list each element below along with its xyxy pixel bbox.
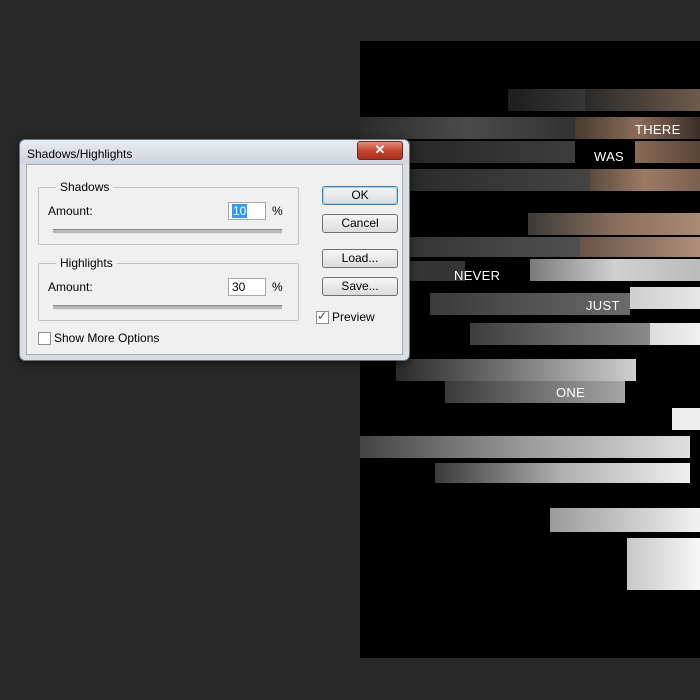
poster-word-just: JUST: [586, 298, 620, 313]
highlights-amount-label: Amount:: [48, 280, 93, 294]
shadows-amount-value: 10: [232, 204, 248, 218]
image-strip: [360, 436, 690, 458]
poster-word-never: NEVER: [454, 268, 501, 283]
shadows-group: Shadows Amount: 10 %: [38, 180, 299, 245]
highlights-amount-value: 30: [232, 280, 246, 294]
image-strip: [650, 323, 700, 345]
image-strip: [528, 213, 700, 235]
image-strip: [530, 259, 700, 281]
show-more-options-checkbox[interactable]: [38, 332, 51, 345]
highlights-amount-input[interactable]: 30: [228, 278, 266, 296]
image-strip: [550, 508, 700, 532]
dialog-body: Shadows Amount: 10 % Highlights Amount: …: [26, 164, 403, 355]
highlights-amount-unit: %: [272, 280, 283, 294]
highlights-group-title: Highlights: [56, 256, 117, 270]
image-strip: [672, 408, 700, 430]
image-strip: [400, 141, 575, 163]
highlights-amount-slider[interactable]: [53, 300, 282, 312]
shadows-amount-slider[interactable]: [53, 224, 282, 236]
shadows-group-title: Shadows: [56, 180, 114, 194]
image-strip: [470, 323, 650, 345]
checkmark-icon: ✓: [317, 309, 328, 323]
load-button[interactable]: Load...: [322, 249, 398, 268]
poster-word-was: WAS: [594, 149, 625, 164]
image-strip: [410, 169, 590, 191]
image-strip: [585, 89, 700, 111]
ok-button[interactable]: OK: [322, 186, 398, 205]
dialog-title: Shadows/Highlights: [27, 147, 133, 161]
save-button[interactable]: Save...: [322, 277, 398, 296]
preview-label[interactable]: Preview: [332, 310, 375, 324]
shadows-amount-label: Amount:: [48, 204, 93, 218]
image-strip: [360, 117, 575, 139]
dialog-titlebar[interactable]: Shadows/Highlights ✕: [20, 140, 409, 164]
image-strip: [396, 359, 636, 381]
image-canvas[interactable]: THERE WAS NEVER JUST ONE: [360, 41, 700, 658]
shadows-highlights-dialog: Shadows/Highlights ✕ Shadows Amount: 10 …: [19, 139, 410, 361]
poster-word-one: ONE: [556, 385, 586, 400]
image-strip: [590, 169, 700, 191]
image-strip: [445, 381, 625, 403]
shadows-amount-input[interactable]: 10: [228, 202, 266, 220]
image-strip: [635, 141, 700, 163]
close-icon: ✕: [374, 142, 386, 157]
image-strip: [580, 237, 700, 257]
close-button[interactable]: ✕: [357, 141, 403, 160]
shadows-amount-unit: %: [272, 204, 283, 218]
show-more-options-label[interactable]: Show More Options: [54, 331, 159, 345]
image-strip: [627, 538, 700, 590]
poster-word-there: THERE: [635, 122, 681, 137]
highlights-group: Highlights Amount: 30 %: [38, 256, 299, 321]
image-strip: [630, 287, 700, 309]
preview-checkbox[interactable]: ✓: [316, 309, 329, 324]
image-strip: [435, 463, 690, 483]
cancel-button[interactable]: Cancel: [322, 214, 398, 233]
